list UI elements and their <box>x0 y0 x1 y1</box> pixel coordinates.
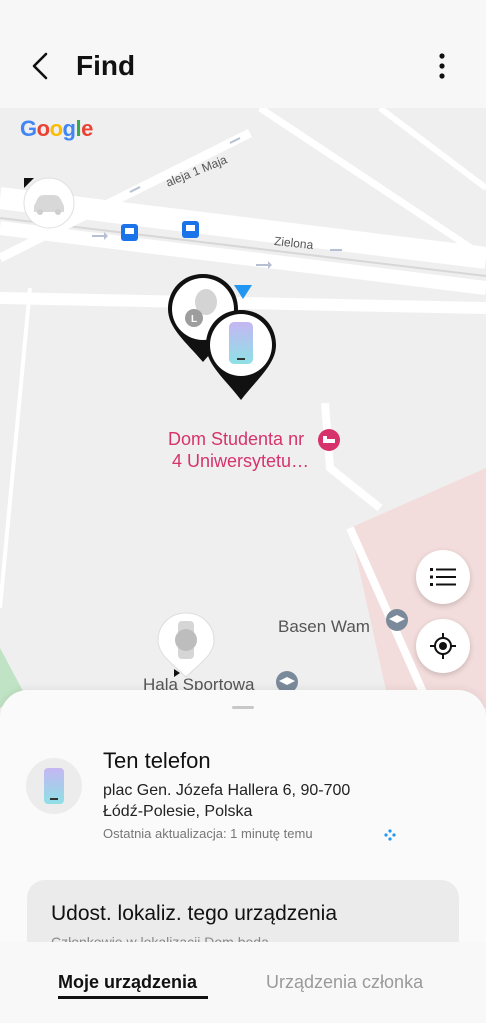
share-location-subtitle: Członkowie w lokalizacji Dom będą <box>51 934 269 942</box>
poi-dormitory-line1: Dom Studenta nr <box>168 429 305 449</box>
school-pin-icon <box>384 608 410 636</box>
tab-my-devices[interactable]: Moje urządzenia <box>58 972 197 993</box>
phone-icon <box>44 768 64 804</box>
watch-marker[interactable] <box>156 611 216 681</box>
phone-marker[interactable] <box>204 308 284 418</box>
device-address: plac Gen. Józefa Hallera 6, 90-700 Łódź-… <box>103 780 403 822</box>
page-title: Find <box>76 50 136 81</box>
device-address-line1: plac Gen. Józefa Hallera 6, 90-700 <box>103 782 351 799</box>
google-logo: Google <box>20 116 93 141</box>
active-tab-indicator <box>58 996 208 999</box>
svg-text:L: L <box>191 314 197 325</box>
poi-dormitory[interactable]: Dom Studenta nr 4 Uniwersytetu… <box>168 428 309 472</box>
hotel-pin-icon <box>316 428 342 454</box>
loading-icon <box>384 828 396 841</box>
bottom-navigation: Moje urządzenia Urządzenia członka <box>0 942 486 1023</box>
poi-pool[interactable]: Basen Wam <box>278 616 370 638</box>
crosshair-icon <box>430 633 456 659</box>
my-location-button[interactable] <box>416 619 470 673</box>
back-arrow-icon[interactable] <box>24 48 60 84</box>
share-location-title: Udost. lokaliz. tego urządzenia <box>51 902 337 925</box>
app-header: Find <box>0 0 486 108</box>
device-address-line2: Łódź-Polesie, Polska <box>103 803 253 820</box>
share-location-card[interactable]: Udost. lokaliz. tego urządzenia Członkow… <box>27 880 459 942</box>
tab-member-devices[interactable]: Urządzenia członka <box>266 972 423 993</box>
last-update-text: Ostatnia aktualizacja: 1 minutę temu <box>103 826 313 841</box>
list-view-button[interactable] <box>416 550 470 604</box>
device-details-sheet: Ten telefon plac Gen. Józefa Hallera 6, … <box>0 690 486 942</box>
sheet-drag-handle[interactable] <box>232 706 254 709</box>
list-icon <box>430 568 456 586</box>
device-name: Ten telefon <box>103 748 211 773</box>
more-options-icon[interactable] <box>426 48 458 84</box>
map-view[interactable]: Google aleja 1 Maja Zielona L Dom Studen… <box>0 108 486 708</box>
car-marker[interactable] <box>22 176 76 230</box>
poi-dormitory-line2: 4 Uniwersytetu… <box>172 451 310 471</box>
my-location-marker-icon <box>232 283 254 301</box>
device-avatar <box>26 758 82 814</box>
